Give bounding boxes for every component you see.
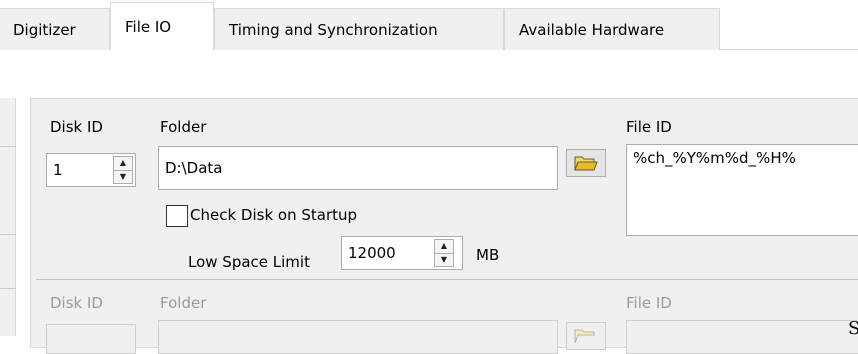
tab-file-io[interactable]: File IO — [110, 2, 214, 50]
tab-timing-and-synchronization[interactable]: Timing and Synchronization — [214, 8, 504, 50]
check-disk-on-startup-label: Check Disk on Startup — [190, 206, 358, 224]
divider — [0, 234, 16, 235]
file-id-label: File ID — [626, 294, 672, 312]
folder-input[interactable]: D:\Data — [158, 146, 558, 190]
arrow-down-icon[interactable]: ▼ — [435, 252, 453, 267]
low-space-limit-spinner[interactable]: ▲ ▼ — [434, 239, 454, 267]
folder-label: Folder — [160, 294, 207, 312]
arrow-down-icon[interactable]: ▼ — [114, 169, 132, 184]
folder-open-icon — [574, 156, 598, 171]
low-space-limit-value: 12000 — [348, 244, 396, 262]
tab-label: File IO — [125, 18, 172, 36]
tab-available-hardware[interactable]: Available Hardware — [504, 8, 720, 50]
folder-open-icon — [574, 329, 595, 344]
arrow-up-icon[interactable]: ▲ — [114, 157, 132, 170]
check-disk-on-startup-checkbox[interactable] — [166, 205, 188, 227]
folder-input[interactable] — [158, 320, 558, 354]
tab-digitizer[interactable]: Digitizer — [0, 8, 110, 50]
left-side-panel — [0, 98, 16, 336]
tab-label: Timing and Synchronization — [229, 20, 438, 39]
browse-folder-button[interactable] — [566, 149, 606, 177]
browse-folder-button[interactable] — [566, 322, 606, 350]
disk-id-spinner[interactable]: ▲ ▼ — [113, 156, 133, 184]
divider — [0, 146, 16, 147]
divider — [0, 288, 16, 289]
folder-value: D:\Data — [165, 159, 223, 177]
file-id-input[interactable]: %ch_%Y%m%d_%H% — [626, 144, 858, 236]
disk-id-label: Disk ID — [50, 294, 103, 312]
file-id-value: %ch_%Y%m%d_%H% — [633, 149, 796, 167]
file-id-label: File ID — [626, 118, 672, 136]
disk-id-value: 1 — [53, 161, 63, 179]
disk-id-input[interactable] — [46, 324, 136, 354]
folder-label: Folder — [160, 118, 207, 136]
file-id-input[interactable] — [626, 320, 858, 354]
disk-id-label: Disk ID — [50, 118, 103, 136]
arrow-up-icon[interactable]: ▲ — [435, 240, 453, 253]
low-space-limit-label: Low Space Limit — [188, 253, 310, 271]
tab-label: Available Hardware — [519, 20, 665, 39]
tab-label: Digitizer — [13, 20, 76, 39]
low-space-unit: MB — [476, 246, 500, 264]
